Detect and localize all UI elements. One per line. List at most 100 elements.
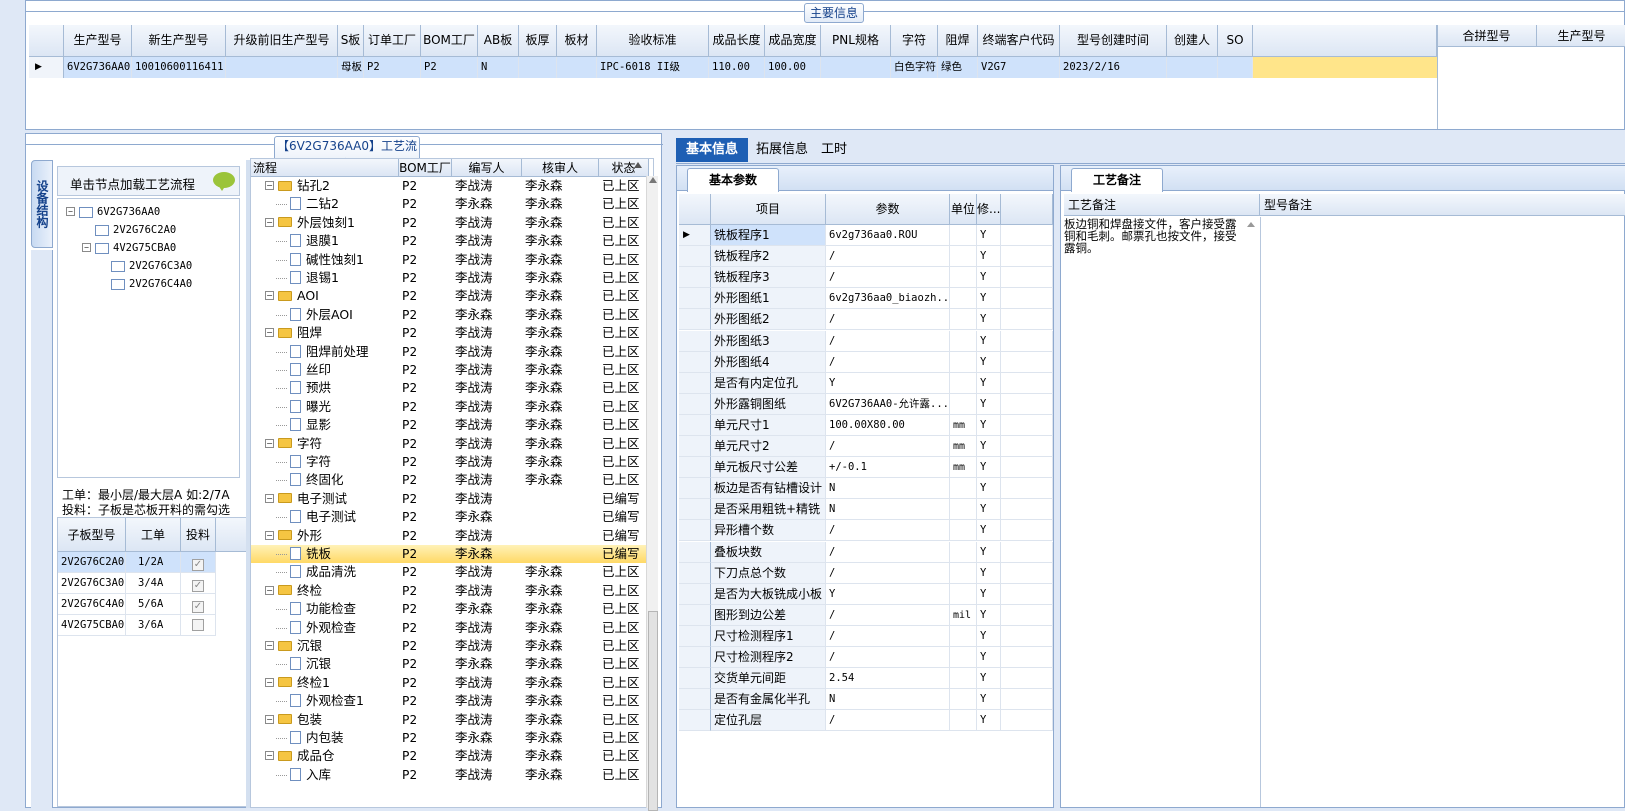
param-item-cell[interactable]: 尺寸检测程序2 (711, 647, 826, 668)
main-cell-11[interactable]: 100.00 (765, 57, 821, 78)
flow-row[interactable]: 终固化 P2 李战涛 李永森 已上区 (251, 471, 651, 489)
param-item-cell[interactable]: 图形到边公差 (711, 604, 826, 626)
flow-expander-icon[interactable]: − (265, 181, 274, 190)
sub-model-cell[interactable]: 4V2G75CBA0 (58, 615, 126, 636)
param-value-cell[interactable]: / (826, 436, 950, 457)
param-value-cell[interactable]: / (826, 267, 950, 289)
param-value-cell[interactable]: / (826, 541, 950, 563)
tree-node[interactable]: − 4V2G75CBA0 (82, 239, 176, 257)
param-mod-cell[interactable]: Y (977, 689, 1001, 711)
param-value-cell[interactable]: 6V2G736AA0-允许露... (826, 393, 950, 415)
flow-row[interactable]: 外层AOI P2 李永森 李永森 已上区 (251, 306, 651, 324)
feed-checkbox[interactable]: ✓ (192, 580, 204, 592)
params-table[interactable]: 项目 参数 单位 修... ▶ 铣板程序1 6v2g736aa0.ROU Y 铣板程序2/Y 铣板… (679, 194, 1053, 807)
param-value-cell[interactable]: / (826, 309, 950, 331)
param-value-cell[interactable]: N (826, 499, 950, 521)
flow-row[interactable]: − 钻孔2 P2 李战涛 李永森 已上区 (251, 177, 651, 195)
flow-row[interactable]: 沉银 P2 李永森 李永森 已上区 (251, 655, 651, 673)
sub-feed-cell[interactable]: ✓ (181, 552, 216, 573)
flow-expander-icon[interactable]: − (265, 291, 274, 301)
flow-row[interactable]: 曝光 P2 李战涛 李永森 已上区 (251, 398, 651, 416)
flow-row[interactable]: 阻焊前处理 P2 李战涛 李永森 已上区 (251, 343, 651, 361)
param-item-cell[interactable]: 外形图纸4 (711, 351, 826, 373)
param-item-cell[interactable]: 铣板程序2 (711, 246, 826, 268)
sub-feed-cell[interactable] (181, 615, 216, 636)
flow-row[interactable]: 内包装 P2 李永森 李永森 已上区 (251, 729, 651, 747)
param-mod-cell[interactable]: Y (977, 710, 1001, 732)
flow-expander-icon[interactable]: − (265, 677, 274, 687)
param-mod-cell[interactable]: Y (977, 647, 1001, 668)
param-item-cell[interactable]: 单元板尺寸公差 (711, 457, 826, 479)
main-cell-16[interactable]: 2023/2/16 (1060, 57, 1167, 78)
tree-node[interactable]: 2V2G76C3A0 (98, 257, 192, 275)
param-item-cell[interactable]: 铣板程序3 (711, 267, 826, 289)
param-item-cell[interactable]: 交货单元间距 (711, 668, 826, 690)
flow-row[interactable]: 二钻2 P2 李永森 李永森 已上区 (251, 195, 651, 213)
flow-expander-icon[interactable]: − (265, 530, 274, 540)
flow-row[interactable]: 铣板 P2 李永森 已编写 (251, 545, 651, 563)
main-cell-2[interactable] (226, 57, 338, 78)
sub-feed-cell[interactable]: ✓ (181, 573, 216, 594)
param-value-cell[interactable]: / (826, 562, 950, 584)
flow-row[interactable]: 外观检查 P2 李战涛 李永森 已上区 (251, 619, 651, 637)
param-value-cell[interactable]: Y (826, 372, 950, 394)
flow-expander-icon[interactable]: − (265, 714, 274, 724)
tree-expander-icon[interactable]: − (66, 206, 75, 216)
flow-row[interactable]: − 包装 P2 李战涛 李永森 已上区 (251, 711, 651, 729)
param-value-cell[interactable]: 6v2g736aa0_biaozh... (826, 288, 950, 310)
param-value-cell[interactable]: / (826, 710, 950, 732)
param-mod-cell[interactable]: Y (977, 267, 1001, 289)
flow-row[interactable]: − 电子测试 P2 李战涛 已编写 (251, 490, 651, 508)
tab-1[interactable]: 拓展信息 (746, 138, 818, 162)
param-value-cell[interactable]: +/-0.1 (826, 457, 950, 479)
param-mod-cell[interactable]: Y (977, 562, 1001, 584)
param-value-cell[interactable]: N (826, 689, 950, 711)
param-value-cell[interactable]: / (826, 520, 950, 542)
model-note-area[interactable] (1260, 217, 1625, 807)
flow-expander-icon[interactable]: − (265, 641, 274, 650)
flow-row[interactable]: 退锡1 P2 李战涛 李永森 已上区 (251, 269, 651, 287)
param-mod-cell[interactable]: Y (977, 499, 1001, 521)
main-cell-18[interactable] (1218, 57, 1253, 78)
tab-0[interactable]: 基本信息 (676, 138, 749, 162)
main-cell-17[interactable] (1167, 57, 1218, 78)
tree-node[interactable]: 2V2G76C2A0 (82, 221, 176, 239)
sub-model-cell[interactable]: 2V2G76C2A0 (58, 552, 126, 573)
param-item-cell[interactable]: 外形露铜图纸 (711, 393, 826, 415)
param-mod-cell[interactable]: Y (977, 436, 1001, 457)
param-mod-cell[interactable]: Y (977, 604, 1001, 626)
sub-model-cell[interactable]: 2V2G76C4A0 (58, 594, 126, 615)
main-cell-1[interactable]: 10010600116411 (132, 57, 226, 78)
main-cell-12[interactable] (821, 57, 891, 78)
param-value-cell[interactable]: / (826, 604, 950, 626)
param-item-cell[interactable]: 是否为大板铣成小板 (711, 583, 826, 605)
param-mod-cell[interactable]: Y (977, 478, 1001, 500)
param-item-cell[interactable]: 外形图纸3 (711, 330, 826, 352)
param-value-cell[interactable]: 100.00X80.00 (826, 414, 950, 436)
main-cell-15[interactable]: V2G7 (978, 57, 1060, 78)
sub-order-cell[interactable]: 1/2A (126, 552, 181, 573)
param-item-cell[interactable]: 外形图纸2 (711, 309, 826, 331)
flow-row[interactable]: 电子测试 P2 李永森 已编写 (251, 508, 651, 526)
notes-scroll-up-icon[interactable] (1247, 222, 1255, 227)
tree-node[interactable]: − 6V2G736AA0 (66, 203, 160, 221)
main-cell-8[interactable] (557, 57, 597, 78)
param-value-cell[interactable]: 6v2g736aa0.ROU (826, 225, 950, 246)
param-item-cell[interactable]: 外形图纸1 (711, 288, 826, 310)
flow-expander-icon[interactable]: − (265, 585, 274, 595)
process-note-text[interactable]: 板边铜和焊盘接文件，客户接受露铜和毛刺。邮票孔也按文件，接受露铜。 (1064, 218, 1244, 254)
main-cell-14[interactable]: 绿色 (938, 57, 978, 78)
param-mod-cell[interactable]: Y (977, 541, 1001, 563)
notes-tab[interactable]: 工艺备注 (1071, 168, 1163, 192)
param-item-cell[interactable]: 尺寸检测程序1 (711, 625, 826, 647)
param-item-cell[interactable]: 单元尺寸2 (711, 436, 826, 457)
param-mod-cell[interactable]: Y (977, 625, 1001, 647)
param-item-cell[interactable]: 板边是否有钻槽设计 (711, 478, 826, 500)
flow-row[interactable]: 入库 P2 李战涛 李永森 已上区 (251, 766, 651, 784)
param-value-cell[interactable]: N (826, 478, 950, 500)
param-value-cell[interactable]: / (826, 625, 950, 647)
param-item-cell[interactable]: 下刀点总个数 (711, 562, 826, 584)
main-cell-7[interactable] (519, 57, 557, 78)
side-tab-device-structure[interactable]: 设备结构 (31, 160, 53, 248)
main-cell-13[interactable]: 白色字符 (891, 57, 938, 78)
